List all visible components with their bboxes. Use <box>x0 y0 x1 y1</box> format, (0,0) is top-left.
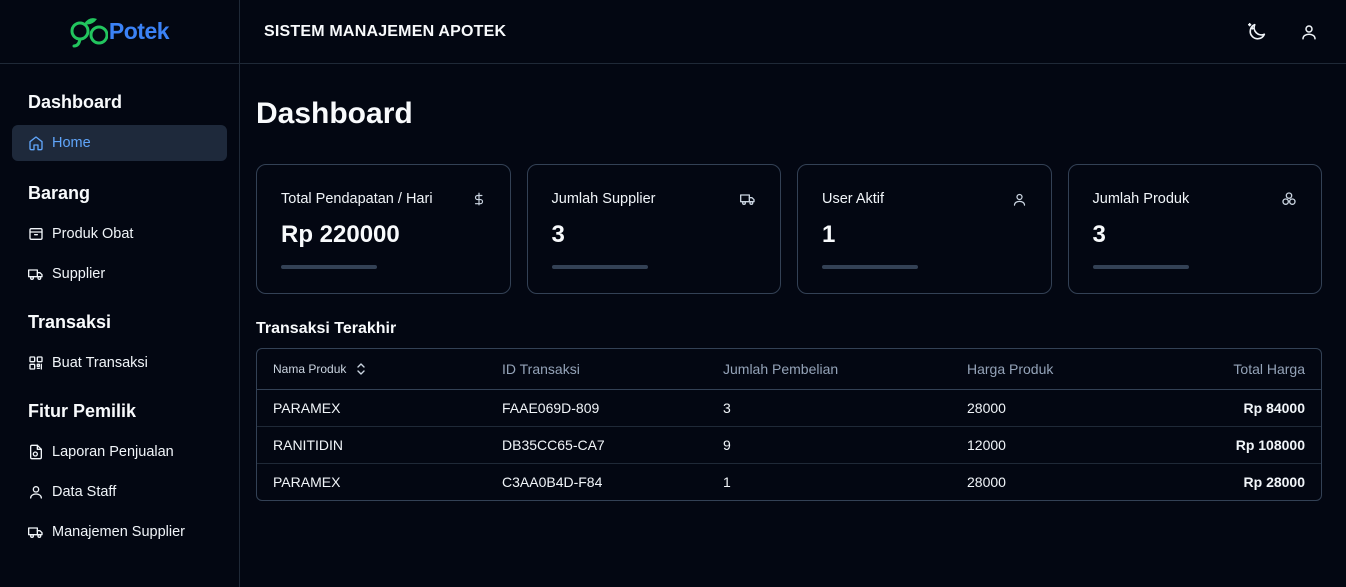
sidebar-item-label: Supplier <box>52 266 106 282</box>
column-header-jumlah-pembelian: Jumlah Pembelian <box>707 349 951 390</box>
box-icon <box>29 228 43 240</box>
scan-icon <box>29 356 43 370</box>
cell-id-transaksi: DB35CC65-CA7 <box>486 426 707 464</box>
sidebar-item-home[interactable]: Home <box>12 125 227 161</box>
sidebar-item-label: Buat Transaksi <box>52 355 148 371</box>
report-icon <box>30 444 42 460</box>
cell-harga: 12000 <box>951 426 1151 464</box>
sidebar-item-data-staff[interactable]: Data Staff <box>12 474 227 510</box>
logo: Potek <box>70 16 170 48</box>
dollar-icon <box>474 192 483 206</box>
column-header-total-harga: Total Harga <box>1151 349 1321 390</box>
transactions-table: Nama Produk ID Transaksi Jumlah Pembelia… <box>256 348 1322 501</box>
column-label: Nama Produk <box>273 361 347 376</box>
card-value: Rp 220000 <box>281 221 400 248</box>
card-label: User Aktif <box>822 191 885 207</box>
nav-heading: Fitur Pemilik <box>28 401 137 421</box>
stat-card-supplier: Jumlah Supplier 3 <box>526 164 781 294</box>
card-value: 1 <box>822 221 836 248</box>
theme-toggle-button[interactable] <box>1244 19 1270 45</box>
leaf-logo-icon <box>70 17 108 47</box>
user-icon <box>30 486 42 499</box>
card-divider <box>551 265 648 269</box>
sidebar-item-label: Data Staff <box>52 484 117 500</box>
table-row: RANITIDIN DB35CC65-CA7 9 12000 Rp 108000 <box>257 426 1321 464</box>
brand-logo[interactable]: Potek <box>0 0 239 64</box>
truck-icon <box>740 194 755 205</box>
card-divider <box>281 265 377 269</box>
sidebar-item-label: Home <box>52 135 91 151</box>
cell-nama-produk: PARAMEX <box>257 389 486 427</box>
cell-nama-produk: RANITIDIN <box>257 426 486 464</box>
app-title: SISTEM MANAJEMEN APOTEK <box>264 22 507 40</box>
column-header-harga-produk: Harga Produk <box>951 349 1151 390</box>
card-divider <box>822 265 918 269</box>
nav-section-transaksi: Transaksi Buat Transaksi <box>12 312 227 381</box>
stat-card-pendapatan: Total Pendapatan / Hari Rp 220000 <box>256 164 511 294</box>
brand-name: Potek <box>108 18 170 44</box>
cell-id-transaksi: FAAE069D-809 <box>486 389 707 427</box>
sidebar-item-label: Laporan Penjualan <box>52 444 174 460</box>
table-row: PARAMEX C3AA0B4D-F84 1 28000 Rp 28000 <box>257 463 1321 500</box>
header-actions <box>1244 19 1322 45</box>
nav-heading: Dashboard <box>28 92 123 112</box>
cell-harga: 28000 <box>951 389 1151 427</box>
boxes-icon <box>1282 192 1296 205</box>
sidebar-item-manajemen-supplier[interactable]: Manajemen Supplier <box>12 514 227 550</box>
stat-card-user-aktif: User Aktif 1 <box>797 164 1052 294</box>
nav-section-barang: Barang Produk Obat Supplier <box>12 183 227 292</box>
card-label: Jumlah Supplier <box>551 191 656 207</box>
cell-id-transaksi: C3AA0B4D-F84 <box>502 473 603 490</box>
card-divider <box>1092 265 1189 269</box>
cell-jumlah: 9 <box>707 426 951 464</box>
sidebar-item-produk-obat[interactable]: Produk Obat <box>12 216 227 252</box>
card-value: 3 <box>1092 221 1106 248</box>
column-header-nama-produk[interactable]: Nama Produk <box>257 349 486 390</box>
cell-total: Rp 84000 <box>1151 389 1321 427</box>
sidebar-item-supplier[interactable]: Supplier <box>12 256 227 292</box>
sidebar: Potek Dashboard Home Barang Produk Obat <box>0 0 240 587</box>
theme-toggle-icon <box>1247 22 1266 40</box>
table-row: PARAMEX FAAE069D-809 3 28000 Rp 84000 <box>257 389 1321 427</box>
nav-heading: Barang <box>28 183 91 203</box>
truck-icon <box>28 269 43 280</box>
sidebar-item-label: Manajemen Supplier <box>52 524 185 540</box>
home-icon <box>29 136 43 151</box>
user-icon <box>1013 193 1025 206</box>
page-title: Dashboard <box>256 97 413 130</box>
column-header-id-transaksi: ID Transaksi <box>486 349 707 390</box>
cell-harga: 28000 <box>967 473 1006 490</box>
card-label: Jumlah Produk <box>1092 191 1190 207</box>
user-icon <box>1302 24 1316 39</box>
sidebar-item-buat-transaksi[interactable]: Buat Transaksi <box>12 345 227 381</box>
section-title: Transaksi Terakhir <box>256 320 397 337</box>
truck-icon <box>28 527 43 538</box>
top-header: SISTEM MANAJEMEN APOTEK <box>240 0 1346 64</box>
app-root: Potek Dashboard Home Barang Produk Obat <box>0 0 1346 587</box>
nav-section-fitur-pemilik: Fitur Pemilik Laporan Penjualan Data Sta… <box>12 401 227 550</box>
sidebar-item-laporan-penjualan[interactable]: Laporan Penjualan <box>12 434 227 470</box>
main-content: Dashboard Total Pendapatan / Hari Rp 220… <box>256 64 1322 501</box>
cell-total: Rp 108000 <box>1151 426 1321 464</box>
stat-cards: Total Pendapatan / Hari Rp 220000 Jumlah… <box>256 164 1322 294</box>
nav-section-dashboard: Dashboard Home <box>12 92 227 161</box>
cell-nama-produk: PARAMEX <box>273 473 341 490</box>
sidebar-nav: Dashboard Home Barang Produk Obat Suppli… <box>0 64 239 550</box>
user-menu-button[interactable] <box>1296 19 1322 45</box>
nav-heading: Transaksi <box>28 312 112 332</box>
sidebar-item-label: Produk Obat <box>52 226 134 242</box>
cell-jumlah: 3 <box>707 389 951 427</box>
card-value: 3 <box>551 221 565 248</box>
table-header-row: Nama Produk ID Transaksi Jumlah Pembelia… <box>257 349 1321 390</box>
cell-jumlah: 1 <box>723 473 731 490</box>
stat-card-produk: Jumlah Produk 3 <box>1067 164 1322 294</box>
cell-total: Rp 28000 <box>1243 473 1305 490</box>
sort-icon <box>357 363 366 375</box>
card-label: Total Pendapatan / Hari <box>281 191 433 207</box>
